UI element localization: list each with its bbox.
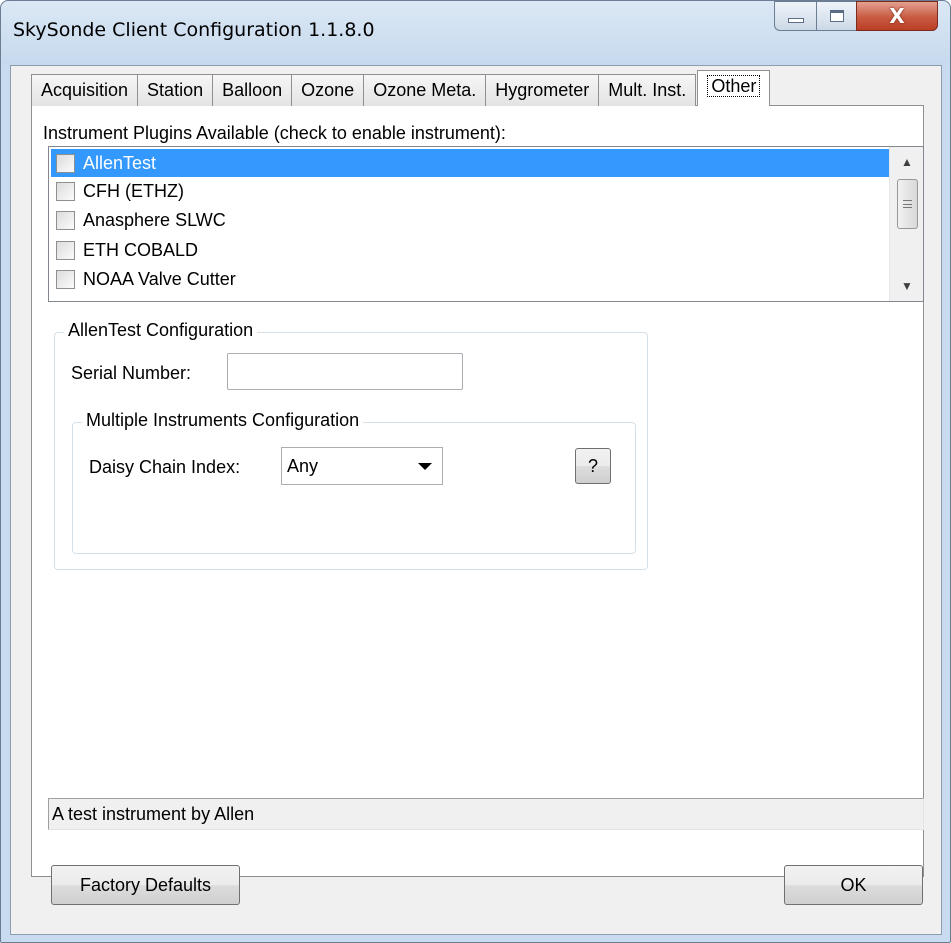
list-item-eth-cobald[interactable]: ETH COBALD	[51, 236, 889, 264]
list-item-anasphere[interactable]: Anasphere SLWC	[51, 206, 889, 234]
tab-label: Station	[147, 80, 204, 100]
plugin-checkbox[interactable]	[56, 240, 75, 260]
plugin-list[interactable]: AllenTest CFH (ETHZ) Anasphere SLWC ETH …	[48, 146, 924, 302]
plugin-checkbox[interactable]	[56, 181, 75, 201]
client-area: Acquisition Station Balloon Ozone Ozone …	[10, 65, 942, 935]
ok-button[interactable]: OK	[784, 865, 923, 905]
daisy-chain-label: Daisy Chain Index:	[89, 457, 241, 477]
tab-label: Balloon	[222, 80, 283, 100]
serial-number-label: Serial Number:	[71, 363, 192, 383]
list-item-label: Anasphere SLWC	[83, 209, 226, 230]
tab-acquisition[interactable]: Acquisition	[31, 74, 139, 106]
maximize-icon	[829, 10, 844, 22]
tab-mult-inst[interactable]: Mult. Inst.	[598, 74, 697, 106]
window-controls: X	[774, 1, 938, 31]
daisy-chain-select[interactable]: Any	[281, 447, 443, 485]
tab-ozone-meta[interactable]: Ozone Meta.	[363, 74, 487, 106]
plugin-checkbox[interactable]	[56, 153, 75, 173]
factory-defaults-button[interactable]: Factory Defaults	[51, 865, 240, 905]
plugin-description: A test instrument by Allen	[48, 798, 924, 830]
list-item-label: NOAA Valve Cutter	[83, 268, 236, 289]
multiple-instruments-group: Multiple Instruments Configuration	[72, 410, 636, 554]
tab-other[interactable]: Other	[697, 70, 771, 106]
help-button[interactable]: ?	[575, 448, 611, 484]
group-title: AllenTest Configuration	[64, 320, 258, 341]
window-title: SkySonde Client Configuration 1.1.8.0	[13, 19, 375, 41]
group-title: Multiple Instruments Configuration	[82, 410, 364, 431]
maximize-button[interactable]	[816, 1, 856, 31]
config-window: SkySonde Client Configuration 1.1.8.0 X …	[0, 0, 951, 943]
tab-label: Mult. Inst.	[608, 80, 687, 100]
tab-label: Hygrometer	[495, 80, 590, 100]
tab-station[interactable]: Station	[137, 74, 214, 106]
title-bar[interactable]: SkySonde Client Configuration 1.1.8.0 X	[1, 1, 950, 65]
list-item-allentest[interactable]: AllenTest	[51, 149, 889, 177]
grip-icon	[903, 200, 912, 208]
list-scrollbar[interactable]: ▲ ▼	[889, 147, 923, 301]
chevron-down-icon	[418, 463, 432, 470]
close-icon: X	[889, 4, 905, 28]
tab-label: Other	[707, 75, 761, 97]
list-item-label: CFH (ETHZ)	[83, 180, 184, 201]
scroll-up-arrow-icon[interactable]: ▲	[890, 147, 923, 177]
close-button[interactable]: X	[856, 1, 938, 31]
list-item-label: AllenTest	[83, 152, 157, 173]
serial-number-input[interactable]	[227, 353, 463, 390]
daisy-chain-value: Any	[287, 455, 319, 476]
minimize-icon	[787, 17, 804, 23]
minimize-button[interactable]	[774, 1, 816, 31]
tab-strip: Acquisition Station Balloon Ozone Ozone …	[31, 70, 771, 106]
list-item-cfh[interactable]: CFH (ETHZ)	[51, 177, 889, 205]
plugin-checkbox[interactable]	[56, 269, 75, 289]
tab-ozone[interactable]: Ozone	[291, 74, 365, 106]
scroll-thumb[interactable]	[897, 179, 918, 229]
tab-label: Acquisition	[41, 80, 129, 100]
list-item-noaa-valve[interactable]: NOAA Valve Cutter	[51, 265, 889, 293]
list-item-label: ETH COBALD	[83, 239, 199, 260]
tab-hygrometer[interactable]: Hygrometer	[485, 74, 600, 106]
tab-label: Ozone Meta.	[373, 80, 477, 100]
plugin-checkbox[interactable]	[56, 210, 75, 230]
plugins-label: Instrument Plugins Available (check to e…	[43, 123, 506, 143]
tab-balloon[interactable]: Balloon	[212, 74, 293, 106]
tab-label: Ozone	[301, 80, 355, 100]
scroll-down-arrow-icon[interactable]: ▼	[890, 271, 923, 301]
